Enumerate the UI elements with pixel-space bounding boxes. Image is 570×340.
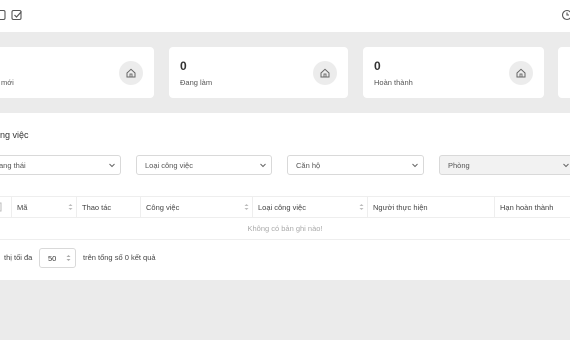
apartment-filter[interactable]: Căn hộ	[287, 155, 424, 175]
status-filter-value: ang thái	[0, 161, 26, 170]
room-filter-value: Phòng	[448, 161, 470, 170]
column-header-actions: Thao tác	[76, 197, 140, 217]
section-title: ng việc	[0, 130, 29, 140]
summary-card-new: mới	[0, 47, 154, 98]
column-header-label: Mã	[17, 203, 28, 212]
select-all-checkbox[interactable]	[0, 202, 3, 212]
chevron-down-icon	[108, 161, 116, 171]
summary-card-done: 0 Hoàn thành	[363, 47, 544, 98]
column-header-label: Công việc	[146, 203, 180, 212]
column-header-code[interactable]: Mã	[11, 197, 76, 217]
card-label: Đang làm	[180, 78, 213, 87]
empty-state-message: Không có bản ghi nào!	[0, 218, 570, 240]
sort-icon	[244, 203, 249, 213]
chevron-down-icon	[562, 161, 570, 171]
column-header-task[interactable]: Công việc	[140, 197, 252, 217]
room-filter[interactable]: Phòng	[439, 155, 570, 175]
sort-icon	[66, 254, 71, 264]
card-count: 0	[374, 59, 381, 73]
result-count-text: trên tổng số 0 kết quả	[83, 253, 156, 262]
column-header-label: Hạn hoàn thành	[500, 203, 554, 212]
top-toolbar	[0, 0, 570, 32]
chevron-down-icon	[259, 161, 267, 171]
column-header-task-type[interactable]: Loại công việc	[252, 197, 367, 217]
task-panel: ng việc ang thái Loại công việc Căn hộ P…	[0, 113, 570, 280]
panel-icon[interactable]	[0, 9, 6, 21]
column-header-assignee: Người thực hiện	[367, 197, 494, 217]
home-icon	[509, 61, 533, 85]
sort-icon	[359, 203, 364, 213]
column-header-due-date[interactable]: Hạn hoàn thành	[494, 197, 570, 217]
page-size-prefix: thị tối đa	[4, 253, 33, 262]
card-label: mới	[1, 78, 14, 87]
summary-card-extra	[558, 47, 570, 98]
column-header-label: Loại công việc	[258, 203, 306, 212]
home-icon	[119, 61, 143, 85]
card-count: 0	[180, 59, 187, 73]
checklist-icon[interactable]	[11, 9, 23, 21]
column-header-label: Người thực hiện	[373, 203, 428, 212]
table-header: Mã Thao tác Công việc Loại công việc Ngư…	[0, 196, 570, 218]
home-icon	[313, 61, 337, 85]
sort-icon	[68, 203, 73, 213]
status-filter[interactable]: ang thái	[0, 155, 121, 175]
column-header-label: Thao tác	[82, 203, 112, 212]
task-type-filter[interactable]: Loại công việc	[136, 155, 272, 175]
page-size-select[interactable]: 50	[39, 248, 76, 268]
apartment-filter-value: Căn hộ	[296, 161, 321, 170]
task-type-filter-value: Loại công việc	[145, 161, 193, 170]
page-size-value: 50	[48, 254, 57, 263]
history-icon[interactable]	[561, 9, 570, 21]
card-label: Hoàn thành	[374, 78, 413, 87]
chevron-down-icon	[411, 161, 419, 171]
summary-card-in-progress: 0 Đang làm	[169, 47, 348, 98]
